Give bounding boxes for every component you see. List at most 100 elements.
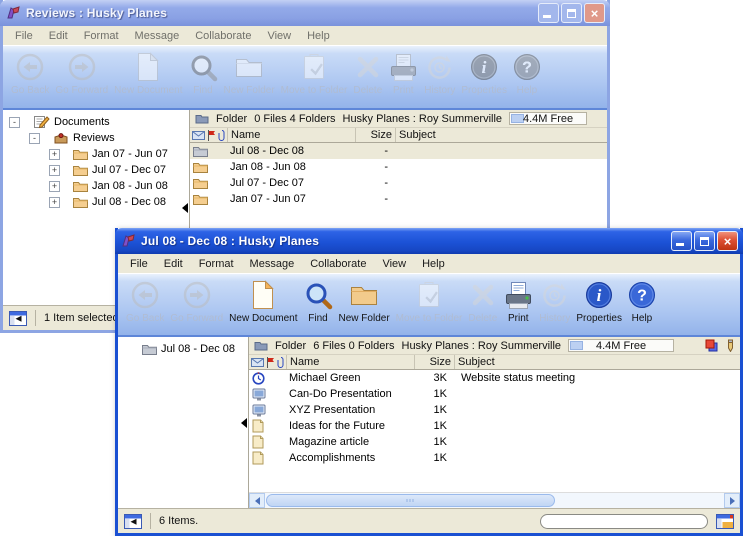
- minimize-button[interactable]: [538, 3, 559, 23]
- column-header-name[interactable]: Name: [228, 128, 356, 142]
- toolbar-button-label: History: [424, 85, 455, 96]
- column-header-size[interactable]: Size: [415, 355, 455, 369]
- go-forward-icon: [183, 279, 211, 311]
- column-header-subject[interactable]: Subject: [396, 128, 607, 142]
- edit-pencil-icon[interactable]: [726, 339, 735, 352]
- tree-item-jul-08-dec-08[interactable]: Jul 08 - Dec 08: [118, 341, 240, 357]
- toolbar-new-document-button: New Document: [111, 49, 185, 98]
- app-icon: [120, 234, 136, 248]
- menu-help[interactable]: Help: [299, 27, 338, 45]
- maximize-button[interactable]: [561, 3, 582, 23]
- menu-bar: FileEditFormatMessageCollaborateViewHelp: [118, 254, 740, 274]
- collapse-panel-icon[interactable]: [241, 418, 247, 428]
- scroll-right-button[interactable]: [724, 493, 740, 508]
- menu-help[interactable]: Help: [414, 255, 453, 273]
- toggle-pane-icon[interactable]: [124, 514, 142, 529]
- menu-message[interactable]: Message: [242, 255, 303, 273]
- close-button[interactable]: ×: [584, 3, 605, 23]
- toolbar-button-label: Properties: [461, 85, 507, 96]
- minimize-button[interactable]: [671, 231, 692, 251]
- menu-file[interactable]: File: [122, 255, 156, 273]
- document-icon: [252, 435, 264, 449]
- toolbar-new-folder-button[interactable]: New Folder: [336, 277, 393, 326]
- collapse-panel-icon[interactable]: [182, 203, 188, 213]
- titlebar[interactable]: Reviews : Husky Planes ×: [0, 0, 610, 26]
- presentation-icon: [252, 388, 266, 401]
- toolbar: Go BackGo ForwardNew DocumentFindNew Fol…: [118, 274, 740, 337]
- toolbar-new-document-button[interactable]: New Document: [226, 277, 300, 326]
- list-row-jan-08-jun-08[interactable]: Jan 08 - Jun 08-: [190, 159, 607, 175]
- row-size: -: [356, 177, 396, 189]
- toolbar-properties-button[interactable]: iProperties: [573, 277, 625, 326]
- tree-item-reviews[interactable]: - Reviews: [3, 130, 181, 146]
- menu-edit[interactable]: Edit: [156, 255, 191, 273]
- column-header-size[interactable]: Size: [356, 128, 396, 142]
- row-size: -: [356, 193, 396, 205]
- column-header-subject[interactable]: Subject: [455, 355, 740, 369]
- menu-view[interactable]: View: [374, 255, 414, 273]
- scrollbar-track[interactable]: [265, 493, 724, 508]
- toggle-pane-icon[interactable]: [9, 311, 27, 326]
- panel-splitter[interactable]: [240, 337, 248, 508]
- menu-collaborate[interactable]: Collaborate: [187, 27, 259, 45]
- scrollbar-thumb[interactable]: [266, 494, 555, 507]
- toolbar-button-label: Print: [508, 313, 529, 324]
- menu-format[interactable]: Format: [76, 27, 127, 45]
- close-button[interactable]: ×: [717, 231, 738, 251]
- window-title: Jul 08 - Dec 08 : Husky Planes: [141, 234, 666, 248]
- toolbar-find-button[interactable]: Find: [301, 277, 336, 326]
- menu-view[interactable]: View: [259, 27, 299, 45]
- row-name: Jan 07 - Jun 07: [228, 193, 356, 205]
- list-row-jul-08-dec-08[interactable]: Jul 08 - Dec 08-: [190, 143, 607, 159]
- list-row-can-do-presentation[interactable]: Can-Do Presentation1K: [249, 386, 740, 402]
- split-view-icon[interactable]: [716, 514, 734, 529]
- tree-item-documents[interactable]: -Documents: [3, 114, 181, 130]
- menu-format[interactable]: Format: [191, 255, 242, 273]
- toolbar-button-label: Delete: [353, 85, 382, 96]
- column-header-name[interactable]: Name: [287, 355, 415, 369]
- folder-info-bar: Folder 0 Files 4 Folders Husky Planes : …: [190, 110, 607, 128]
- history-icon: [425, 51, 454, 83]
- list-row-accomplishments[interactable]: Accomplishments1K: [249, 450, 740, 466]
- expand-toggle[interactable]: +: [49, 181, 60, 192]
- folder-counts: 0 Files 4 Folders: [254, 113, 335, 125]
- row-size: 1K: [415, 436, 455, 448]
- toolbar-print-button[interactable]: Print: [500, 277, 536, 326]
- tree-item-jan-08-jun-08[interactable]: +Jan 08 - Jun 08: [3, 178, 181, 194]
- folder-tree-panel: Jul 08 - Dec 08: [118, 337, 240, 508]
- list-row-michael-green[interactable]: Michael Green3KWebsite status meeting: [249, 370, 740, 386]
- view-pages-icon[interactable]: [705, 339, 718, 352]
- svg-text:i: i: [482, 58, 487, 77]
- tree-item-jan-07-jun-07[interactable]: + Jan 07 - Jun 07: [3, 146, 181, 162]
- toolbar-delete-button: Delete: [350, 49, 385, 98]
- scroll-left-button[interactable]: [249, 493, 265, 508]
- menu-file[interactable]: File: [7, 27, 41, 45]
- tree-item-jul-07-dec-07[interactable]: +Jul 07 - Dec 07: [3, 162, 181, 178]
- tree-item-label: Reviews: [73, 132, 115, 144]
- flag-icon: [207, 130, 216, 141]
- new-folder-icon: [234, 51, 264, 83]
- menu-edit[interactable]: Edit: [41, 27, 76, 45]
- maximize-button[interactable]: [694, 231, 715, 251]
- menu-message[interactable]: Message: [127, 27, 188, 45]
- list-row-magazine-article[interactable]: Magazine article1K: [249, 434, 740, 450]
- toolbar-history-button: History: [421, 49, 458, 98]
- horizontal-scrollbar[interactable]: [249, 492, 740, 508]
- desktop: Reviews : Husky Planes × FileEditFormatM…: [0, 0, 743, 536]
- menu-collaborate[interactable]: Collaborate: [302, 255, 374, 273]
- expand-toggle[interactable]: +: [49, 149, 60, 160]
- titlebar[interactable]: Jul 08 - Dec 08 : Husky Planes ×: [115, 228, 743, 254]
- find-icon: [189, 51, 218, 83]
- collapse-toggle[interactable]: -: [9, 117, 20, 128]
- list-row-xyz-presentation[interactable]: XYZ Presentation1K: [249, 402, 740, 418]
- list-row-jul-07-dec-07[interactable]: Jul 07 - Dec 07-: [190, 175, 607, 191]
- toolbar-help-button[interactable]: ?Help: [625, 277, 659, 326]
- expand-toggle[interactable]: +: [49, 197, 60, 208]
- expand-toggle[interactable]: +: [49, 165, 60, 176]
- tree-item-jul-08-dec-08[interactable]: +Jul 08 - Dec 08: [3, 194, 181, 210]
- list-row-jan-07-jun-07[interactable]: Jan 07 - Jun 07-: [190, 191, 607, 207]
- file-list: Michael Green3KWebsite status meetingCan…: [249, 370, 740, 492]
- collapse-toggle[interactable]: -: [29, 133, 40, 144]
- tree-item-label: Jan 07 - Jun 07: [92, 148, 168, 160]
- list-row-ideas-for-the-future[interactable]: Ideas for the Future1K: [249, 418, 740, 434]
